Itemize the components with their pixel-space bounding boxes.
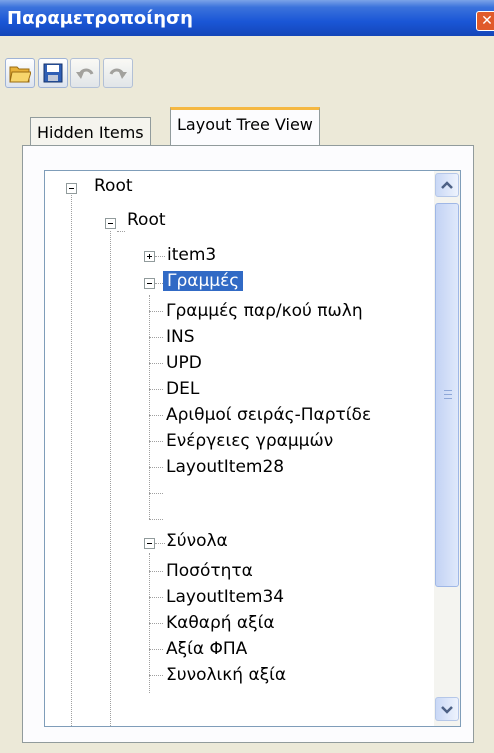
tree-node-child-root[interactable]: Root <box>45 208 425 234</box>
tree-leaf[interactable]: Συνολική αξία <box>45 663 425 689</box>
undo-icon <box>76 68 94 79</box>
tree-node-label: Σύνολα <box>166 531 228 551</box>
tree-content: Root Root item3 Γραμμές Γραμμές παρ/κού … <box>45 171 435 726</box>
tab-strip: Hidden Items Layout Tree View <box>0 103 494 149</box>
layout-tree[interactable]: Root Root item3 Γραμμές Γραμμές παρ/κού … <box>44 170 461 727</box>
tree-leaf[interactable]: Καθαρή αξία <box>45 611 425 637</box>
scroll-up-button[interactable] <box>435 173 459 197</box>
tree-node-item3[interactable]: item3 <box>45 243 425 269</box>
window-title: Παραμετροποίηση <box>7 8 193 29</box>
grip-line <box>444 394 452 395</box>
tree-node-label: Root <box>127 210 166 230</box>
tree-node-label: LayoutItem28 <box>166 457 285 477</box>
tree-leaf[interactable]: INS <box>45 325 425 351</box>
tree-leaf[interactable]: Αριθμοί σειράς-Παρτίδε <box>45 403 425 429</box>
redo-button[interactable] <box>103 58 133 88</box>
tree-node-lines[interactable]: Γραμμές <box>45 269 425 295</box>
tree-leaf[interactable]: Ενέργειες γραμμών <box>45 429 425 455</box>
chevron-down-icon <box>441 706 453 714</box>
tree-node-label: LayoutItem34 <box>166 587 285 607</box>
collapse-icon[interactable] <box>66 183 77 194</box>
scroll-down-button[interactable] <box>435 697 459 721</box>
tab-layout-tree-view[interactable]: Layout Tree View <box>170 107 320 149</box>
open-button[interactable] <box>5 58 35 88</box>
tree-node-totals[interactable]: Σύνολα <box>45 529 425 555</box>
tree-node-label: DEL <box>166 379 200 399</box>
expand-icon[interactable] <box>144 251 155 262</box>
tree-node-label: Ενέργειες γραμμών <box>166 431 334 451</box>
collapse-icon[interactable] <box>105 218 116 229</box>
grip-line <box>444 390 452 391</box>
tree-node-label: Καθαρή αξία <box>166 613 275 633</box>
close-button[interactable]: ✕ <box>476 11 494 31</box>
collapse-icon[interactable] <box>144 538 155 549</box>
scroll-thumb[interactable] <box>435 203 459 587</box>
tree-leaf[interactable]: Ποσότητα <box>45 559 425 585</box>
tree-node-label: Αριθμοί σειράς-Παρτίδε <box>166 405 372 425</box>
tree-node-label: Συνολική αξία <box>166 665 287 685</box>
tree-node-label: Root <box>94 176 133 196</box>
tree-node-label: Ποσότητα <box>166 561 253 581</box>
tree-leaf[interactable]: LayoutItem28 <box>45 455 425 481</box>
grip-line <box>444 398 452 399</box>
tree-leaf[interactable]: LayoutItem34 <box>45 585 425 611</box>
collapse-icon[interactable] <box>144 278 155 289</box>
tree-connector <box>149 519 163 520</box>
tree-node-label: Αξία ΦΠΑ <box>166 639 248 659</box>
tree-leaf[interactable]: Αξία ΦΠΑ <box>45 637 425 663</box>
tree-node-label: Γραμμές παρ/κού πωλη <box>166 301 363 321</box>
tree-leaf[interactable]: Γραμμές παρ/κού πωλη <box>45 299 425 325</box>
undo-button[interactable] <box>70 58 100 88</box>
toolbar <box>0 40 494 102</box>
open-folder-icon <box>9 66 31 83</box>
save-button[interactable] <box>38 58 68 88</box>
title-bar: Παραμετροποίηση ✕ <box>0 0 494 36</box>
tree-connector <box>149 493 163 494</box>
save-icon <box>43 63 63 83</box>
redo-icon <box>109 68 127 79</box>
tree-node-label: Γραμμές <box>163 271 244 291</box>
chevron-up-icon <box>441 181 453 189</box>
tree-node-root[interactable]: Root <box>45 174 425 200</box>
tree-leaf[interactable]: UPD <box>45 351 425 377</box>
vertical-scrollbar[interactable] <box>434 171 460 726</box>
tree-node-label: item3 <box>167 245 217 265</box>
close-icon: ✕ <box>481 13 493 29</box>
tree-leaf[interactable]: DEL <box>45 377 425 403</box>
tree-node-label: UPD <box>166 353 202 373</box>
tree-node-label: INS <box>166 327 195 347</box>
